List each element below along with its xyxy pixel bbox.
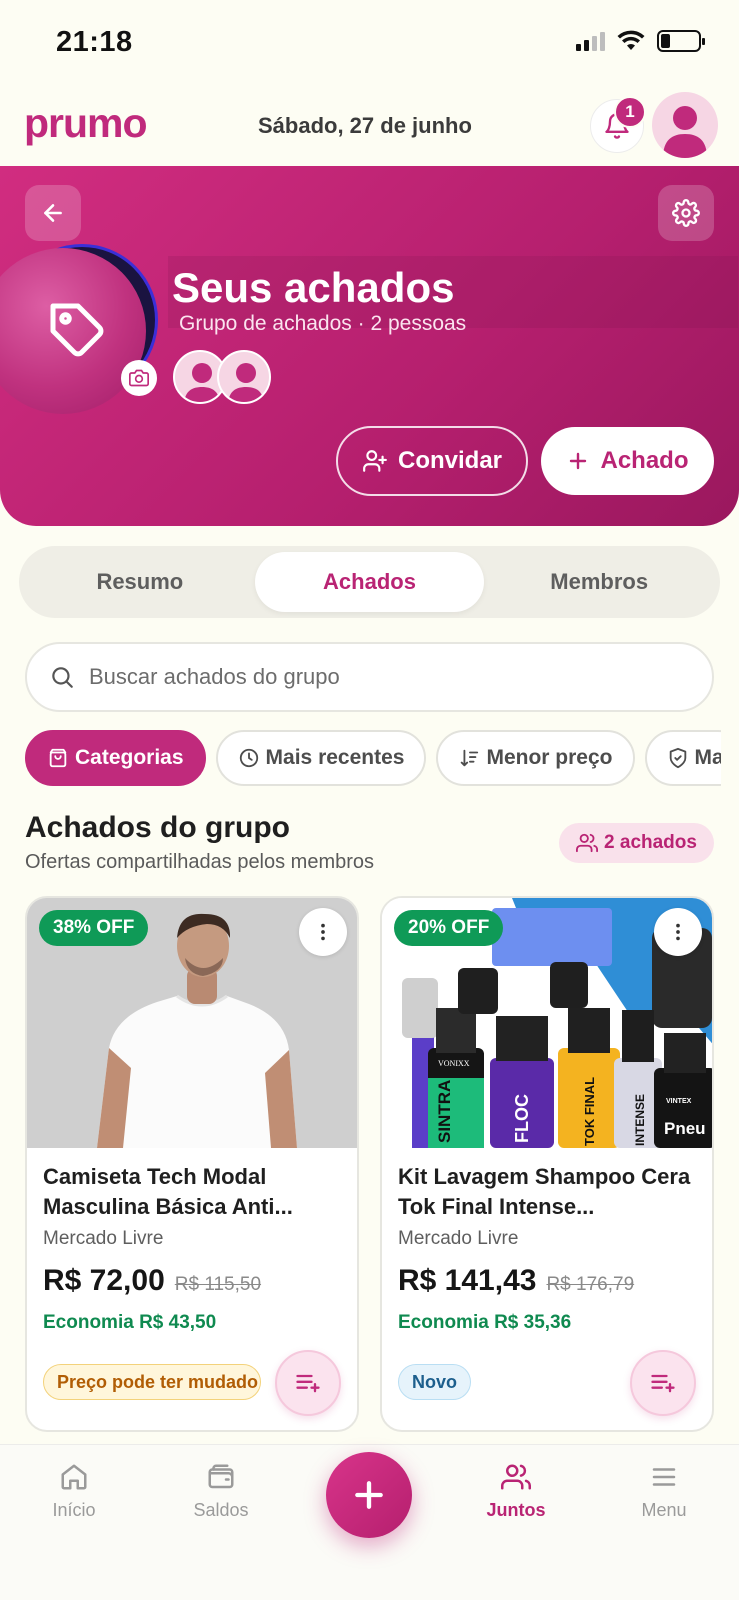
product-old-price: R$ 176,79 bbox=[546, 1274, 635, 1295]
playlist-add-icon bbox=[651, 1374, 675, 1393]
tab-achados[interactable]: Achados bbox=[254, 552, 485, 612]
search-icon bbox=[52, 667, 73, 688]
price-changed-tag: Preço pode ter mudado bbox=[43, 1364, 261, 1400]
shield-icon bbox=[669, 747, 686, 769]
group-title: Seus achados bbox=[172, 264, 455, 311]
product-card[interactable]: 38% OFF Camiseta Tech Modal Masculina Bá… bbox=[25, 896, 359, 1432]
discount-badge: 20% OFF bbox=[394, 910, 504, 946]
nav-label: Juntos bbox=[486, 1500, 546, 1520]
more-options-button[interactable] bbox=[299, 908, 347, 956]
profile-avatar[interactable] bbox=[652, 92, 718, 158]
user-plus-icon bbox=[363, 450, 387, 472]
add-to-list-button[interactable] bbox=[275, 1350, 341, 1416]
filter-menor-preco[interactable]: Menor preço bbox=[436, 730, 635, 786]
new-tag: Novo bbox=[398, 1364, 471, 1400]
product-image-text: FLOC bbox=[512, 1094, 532, 1143]
discount-badge: 38% OFF bbox=[39, 910, 149, 946]
nav-label: Início bbox=[52, 1500, 96, 1520]
product-image-text: VINTEX bbox=[666, 1098, 692, 1105]
section-title: Achados do grupo bbox=[25, 811, 290, 844]
group-tabs: Resumo Achados Membros bbox=[19, 546, 720, 618]
section-subtitle: Ofertas compartilhadas pelos membros bbox=[25, 851, 375, 873]
filter-mais-recentes[interactable]: Mais recentes bbox=[215, 730, 427, 786]
back-button[interactable] bbox=[25, 185, 81, 241]
nav-inicio[interactable]: Início bbox=[19, 1462, 129, 1521]
nav-label: Saldos bbox=[193, 1500, 249, 1520]
nav-menu[interactable]: Menu bbox=[609, 1462, 719, 1521]
more-options-button[interactable] bbox=[654, 908, 702, 956]
product-price-row: R$ 141,43 R$ 176,79 bbox=[398, 1264, 634, 1298]
settings-button[interactable] bbox=[658, 185, 714, 241]
product-savings: Economia R$ 35,36 bbox=[398, 1312, 572, 1333]
group-subtitle: Grupo de achados · 2 pessoas bbox=[179, 312, 467, 335]
filter-label: Mais recentes bbox=[265, 746, 405, 769]
product-price: R$ 141,43 bbox=[398, 1264, 537, 1297]
count-label: 2 achados bbox=[604, 832, 697, 853]
arrow-left-icon bbox=[44, 204, 62, 222]
product-price-row: R$ 72,00 R$ 115,50 bbox=[43, 1264, 261, 1298]
bag-icon bbox=[49, 748, 67, 768]
product-image-text: VONIXX bbox=[438, 1059, 470, 1068]
user-icon bbox=[663, 106, 707, 158]
product-savings: Economia R$ 43,50 bbox=[43, 1312, 217, 1333]
home-icon bbox=[61, 1464, 87, 1490]
gear-icon bbox=[672, 199, 700, 227]
filter-chips: Categorias Mais recentes Menor preço Ma bbox=[25, 730, 721, 786]
change-photo-button[interactable] bbox=[121, 360, 157, 396]
wifi-icon bbox=[617, 30, 645, 50]
nav-label: Menu bbox=[641, 1500, 687, 1520]
filter-more[interactable]: Ma bbox=[644, 730, 722, 786]
menu-icon bbox=[652, 1468, 676, 1486]
tab-resumo[interactable]: Resumo bbox=[25, 552, 255, 612]
invite-button[interactable]: Convidar bbox=[336, 426, 528, 496]
filter-label: Categorias bbox=[75, 746, 184, 769]
search-placeholder: Buscar achados do grupo bbox=[89, 664, 340, 689]
nav-juntos[interactable]: Juntos bbox=[461, 1462, 571, 1521]
product-title[interactable]: Kit Lavagem Shampoo Cera Tok Final Inten… bbox=[398, 1162, 698, 1222]
product-old-price: R$ 115,50 bbox=[174, 1274, 262, 1295]
more-vertical-icon bbox=[676, 923, 680, 941]
filter-label: Menor preço bbox=[486, 746, 613, 769]
notification-badge: 1 bbox=[614, 96, 646, 128]
filter-categorias[interactable]: Categorias bbox=[25, 730, 206, 786]
playlist-add-icon bbox=[296, 1374, 320, 1393]
member-avatar[interactable] bbox=[217, 350, 271, 404]
add-to-list-button[interactable] bbox=[630, 1350, 696, 1416]
product-title[interactable]: Camiseta Tech Modal Masculina Básica Ant… bbox=[43, 1162, 343, 1222]
product-store: Mercado Livre bbox=[43, 1228, 164, 1249]
app-logo[interactable]: prumo bbox=[24, 100, 148, 147]
camera-icon bbox=[129, 369, 149, 387]
product-image-text: TOK FINAL bbox=[582, 1077, 597, 1146]
plus-icon bbox=[355, 1481, 383, 1509]
product-price: R$ 72,00 bbox=[43, 1264, 165, 1297]
tab-membros[interactable]: Membros bbox=[484, 552, 714, 612]
invite-label: Convidar bbox=[397, 447, 502, 474]
users-icon bbox=[501, 1464, 531, 1490]
filter-label: Ma bbox=[694, 746, 722, 769]
wallet-icon bbox=[208, 1464, 234, 1489]
product-card[interactable]: SINTRA FLOC TOK FINAL INTENSE Pneu VONIX… bbox=[380, 896, 714, 1432]
header-date: Sábado, 27 de junho bbox=[258, 113, 472, 138]
add-fab-button[interactable] bbox=[326, 1452, 412, 1538]
status-time: 21:18 bbox=[56, 26, 133, 58]
clock-icon bbox=[239, 748, 258, 768]
nav-saldos[interactable]: Saldos bbox=[166, 1462, 276, 1521]
plus-icon bbox=[570, 452, 587, 470]
users-icon bbox=[576, 833, 599, 853]
tag-icon bbox=[50, 303, 104, 357]
add-achado-button[interactable]: Achado bbox=[541, 427, 714, 495]
product-image-text: Pneu bbox=[664, 1119, 706, 1138]
signal-icon bbox=[576, 31, 605, 51]
achados-count-badge: 2 achados bbox=[559, 823, 714, 863]
sort-icon bbox=[461, 749, 479, 767]
product-store: Mercado Livre bbox=[398, 1228, 519, 1249]
more-vertical-icon bbox=[321, 923, 325, 941]
add-achado-label: Achado bbox=[600, 447, 689, 474]
battery-icon bbox=[657, 30, 705, 52]
status-icons bbox=[576, 30, 705, 52]
product-image-text: INTENSE bbox=[633, 1094, 647, 1146]
product-image-text: SINTRA bbox=[435, 1080, 454, 1143]
search-input[interactable]: Buscar achados do grupo bbox=[25, 642, 714, 712]
